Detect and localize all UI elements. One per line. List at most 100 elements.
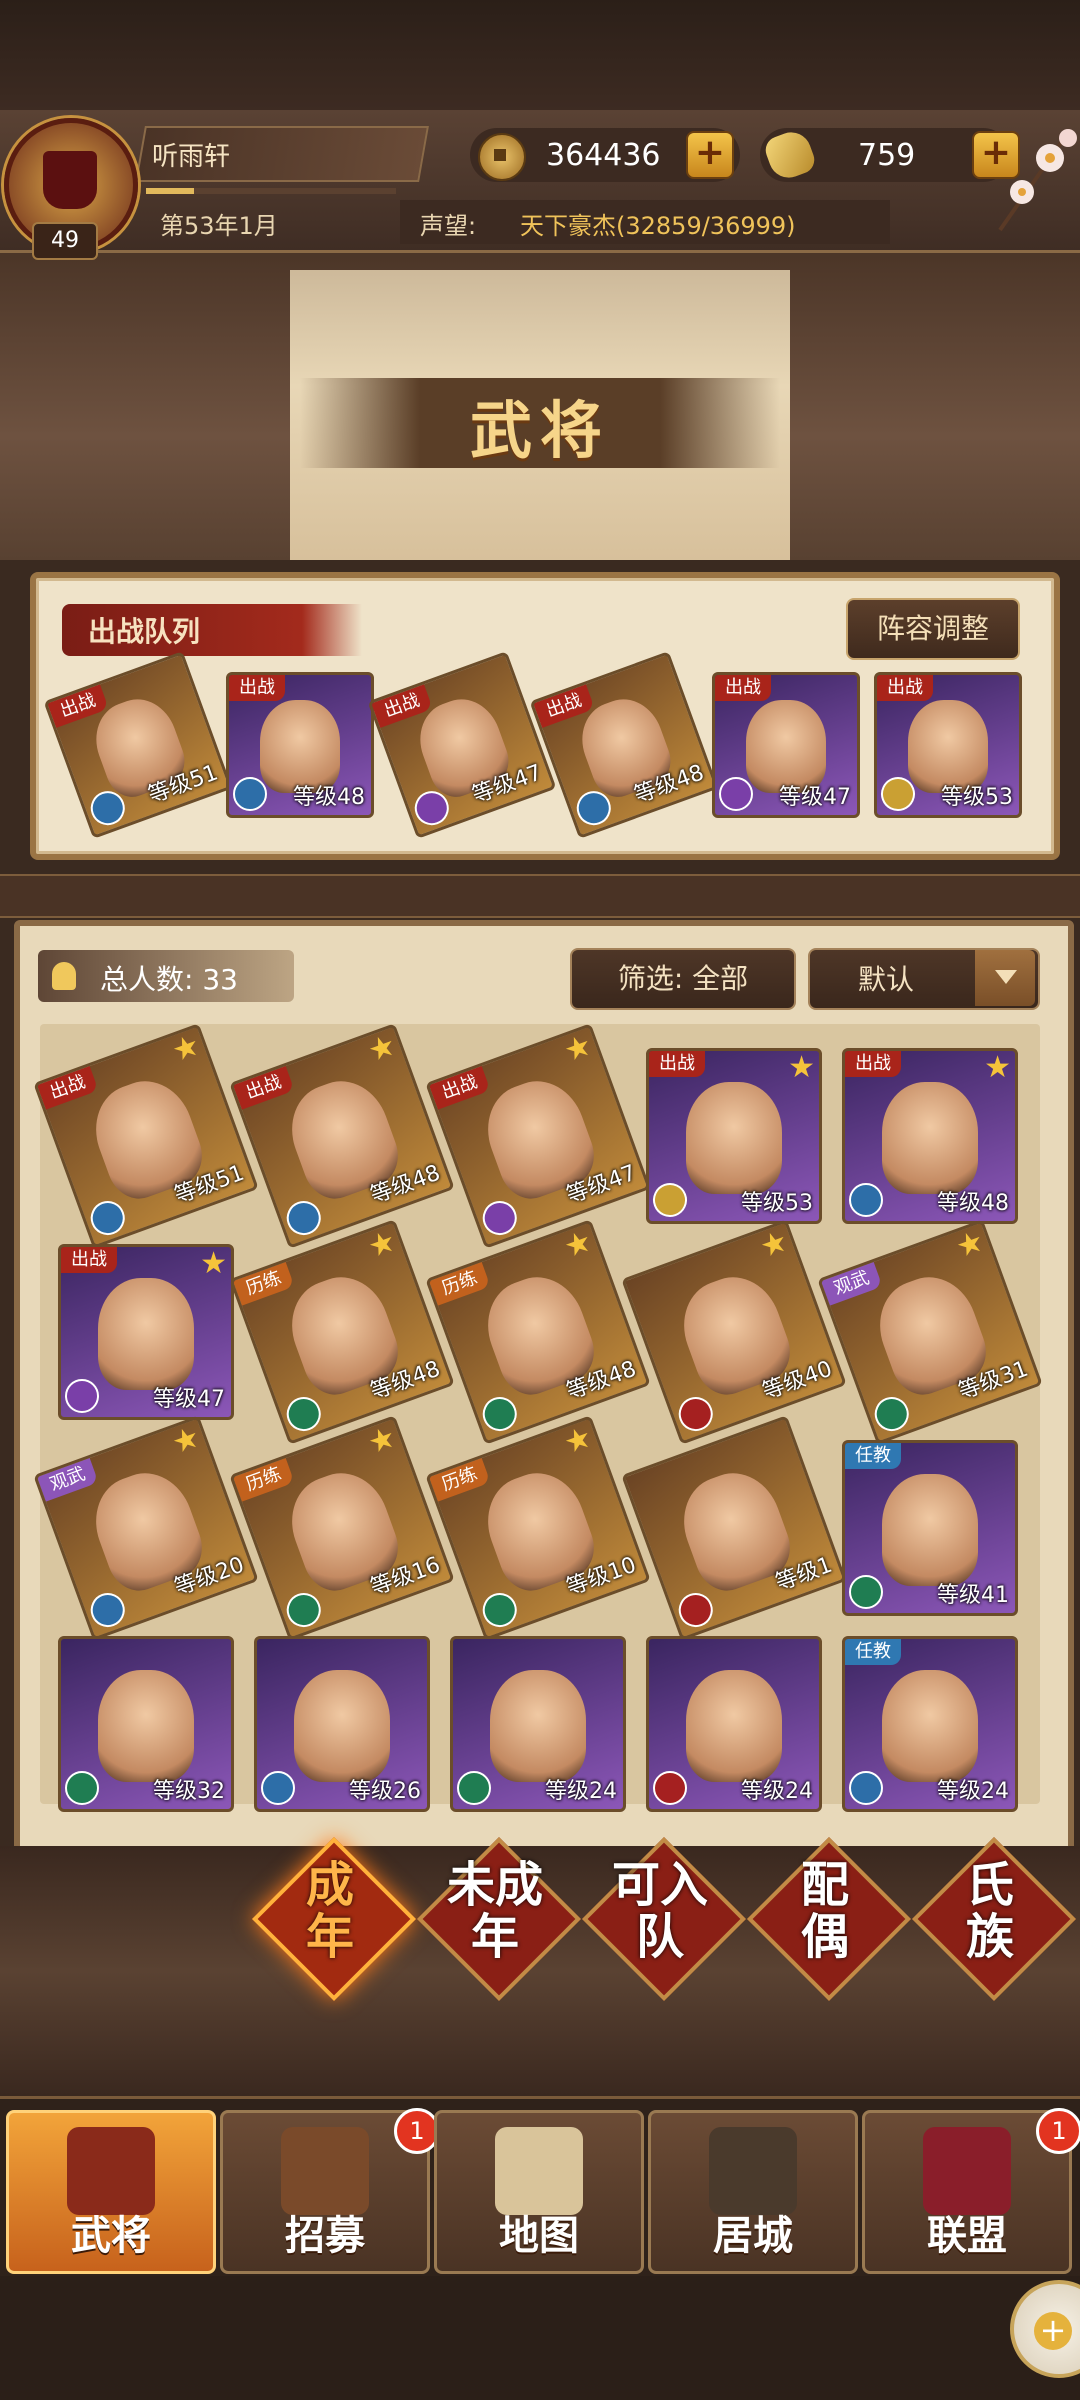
- general-portrait: [98, 1277, 194, 1390]
- copper-amount: 364436: [546, 138, 661, 173]
- general-level: 等级47: [153, 1387, 225, 1412]
- clan-crest-icon: [457, 1771, 491, 1805]
- general-level: 等级48: [937, 1191, 1009, 1216]
- general-level: 等级24: [545, 1779, 617, 1804]
- status-tag: 任教: [845, 1639, 901, 1665]
- clan-crest-icon: [869, 1392, 914, 1436]
- general-portrait: [686, 1669, 782, 1782]
- clan-crest-icon: [849, 1771, 883, 1805]
- filter-button[interactable]: 筛选: 全部: [570, 948, 796, 1010]
- clan-crest-icon: [65, 1379, 99, 1413]
- star-icon: ★: [951, 1223, 989, 1266]
- clan-crest-icon: [719, 777, 753, 811]
- prestige-label: 声望:: [420, 212, 477, 240]
- general-portrait: [882, 1473, 978, 1586]
- castle-icon: [709, 2127, 797, 2215]
- samurai-rider-icon: [43, 151, 97, 209]
- status-tag: 出战: [845, 1051, 901, 1077]
- star-icon: ★: [559, 1027, 597, 1070]
- general-card[interactable]: 等级24: [450, 1636, 626, 1812]
- star-icon: ★: [363, 1027, 401, 1070]
- add-copper-button[interactable]: +: [686, 131, 734, 179]
- general-portrait: [882, 1669, 978, 1782]
- general-card[interactable]: 等级32: [58, 1636, 234, 1812]
- tab-label-line2: 年: [305, 1909, 354, 1965]
- prestige-value: 天下豪杰(32859/36999): [520, 212, 796, 240]
- player-level: 49: [32, 222, 98, 260]
- nav-button[interactable]: 武将: [6, 2110, 216, 2274]
- recruit-scroll-icon: [281, 2127, 369, 2215]
- lineup-adjust-button[interactable]: 阵容调整: [846, 598, 1020, 660]
- general-card[interactable]: 任教等级41: [842, 1440, 1018, 1616]
- general-card[interactable]: 出战 等级48: [226, 672, 374, 818]
- status-tag: 出战: [877, 675, 933, 701]
- tab-label-line2: 年: [470, 1909, 519, 1965]
- general-card[interactable]: 出战 ★ 等级47: [58, 1244, 234, 1420]
- tab-label-line1: 可入: [611, 1857, 708, 1913]
- star-icon: ★: [984, 1050, 1011, 1085]
- nav-label: 地图: [499, 2212, 579, 2259]
- clan-crest-icon: [233, 777, 267, 811]
- general-card[interactable]: 等级24: [646, 1636, 822, 1812]
- clan-crest-icon: [85, 1588, 130, 1632]
- general-level: 等级41: [937, 1583, 1009, 1608]
- general-level: 等级47: [779, 785, 851, 810]
- clan-crest-icon: [673, 1392, 718, 1436]
- general-card[interactable]: 任教等级24: [842, 1636, 1018, 1812]
- general-level: 等级26: [349, 1779, 421, 1804]
- nav-button[interactable]: 地图: [434, 2110, 644, 2274]
- star-icon: ★: [200, 1246, 227, 1281]
- sort-value: 默认: [858, 963, 915, 996]
- clan-crest-icon: [477, 1392, 522, 1436]
- total-count: 总人数: 33: [100, 963, 238, 996]
- clan-crest-icon: [477, 1196, 522, 1240]
- star-icon: ★: [755, 1223, 793, 1266]
- clan-crest-icon: [649, 1178, 692, 1221]
- category-tab-label: 配偶: [750, 1859, 900, 1963]
- clan-crest-icon: [281, 1392, 326, 1436]
- experience-bar: [146, 188, 396, 194]
- star-icon: ★: [167, 1027, 205, 1070]
- general-portrait: [882, 1081, 978, 1194]
- gold-amount: 759: [858, 138, 916, 173]
- star-icon: ★: [363, 1223, 401, 1266]
- nav-label: 联盟: [927, 2212, 1007, 2259]
- chevron-down-icon[interactable]: [975, 950, 1035, 1006]
- general-card[interactable]: 等级26: [254, 1636, 430, 1812]
- general-level: 等级53: [941, 785, 1013, 810]
- tab-label-line2: 队: [635, 1909, 684, 1965]
- samurai-helmet-icon: [67, 2127, 155, 2215]
- general-level: 等级53: [741, 1191, 813, 1216]
- general-card[interactable]: 出战 ★ 等级48: [842, 1048, 1018, 1224]
- clan-crest-icon: [653, 1771, 687, 1805]
- general-portrait: [98, 1669, 194, 1782]
- clan-crest-icon: [261, 1771, 295, 1805]
- general-level: 等级32: [153, 1779, 225, 1804]
- category-tab-label: 成年: [255, 1859, 405, 1963]
- clan-crest-icon: [849, 1183, 883, 1217]
- map-scroll-icon: [495, 2127, 583, 2215]
- clan-crest-icon: [281, 1196, 326, 1240]
- star-icon: ★: [788, 1050, 815, 1085]
- plum-blossom-icon: [998, 128, 1077, 232]
- general-card[interactable]: 出战 ★ 等级53: [646, 1048, 822, 1224]
- tab-label-line1: 成: [305, 1857, 354, 1913]
- copper-coin-icon: [478, 133, 526, 181]
- status-tag: 出战: [229, 675, 285, 701]
- clan-crest-icon: [849, 1575, 883, 1609]
- notification-badge: 1: [1036, 2108, 1080, 2154]
- clan-crest-icon: [673, 1588, 718, 1632]
- nav-button[interactable]: 居城: [648, 2110, 858, 2274]
- tab-label-line2: 偶: [800, 1909, 849, 1965]
- general-card[interactable]: 出战 等级47: [712, 672, 860, 818]
- tab-label-line1: 氏: [965, 1857, 1014, 1913]
- general-portrait: [490, 1669, 586, 1782]
- status-tag: 任教: [845, 1443, 901, 1469]
- clan-crest-icon: [85, 1196, 130, 1240]
- general-level: 等级24: [937, 1779, 1009, 1804]
- footer-bar: [0, 2276, 1080, 2400]
- tab-label-line1: 未成: [446, 1857, 543, 1913]
- general-card[interactable]: 出战等级53: [874, 672, 1022, 818]
- tab-label-line1: 配: [800, 1857, 849, 1913]
- player-name: 听雨轩: [152, 142, 231, 172]
